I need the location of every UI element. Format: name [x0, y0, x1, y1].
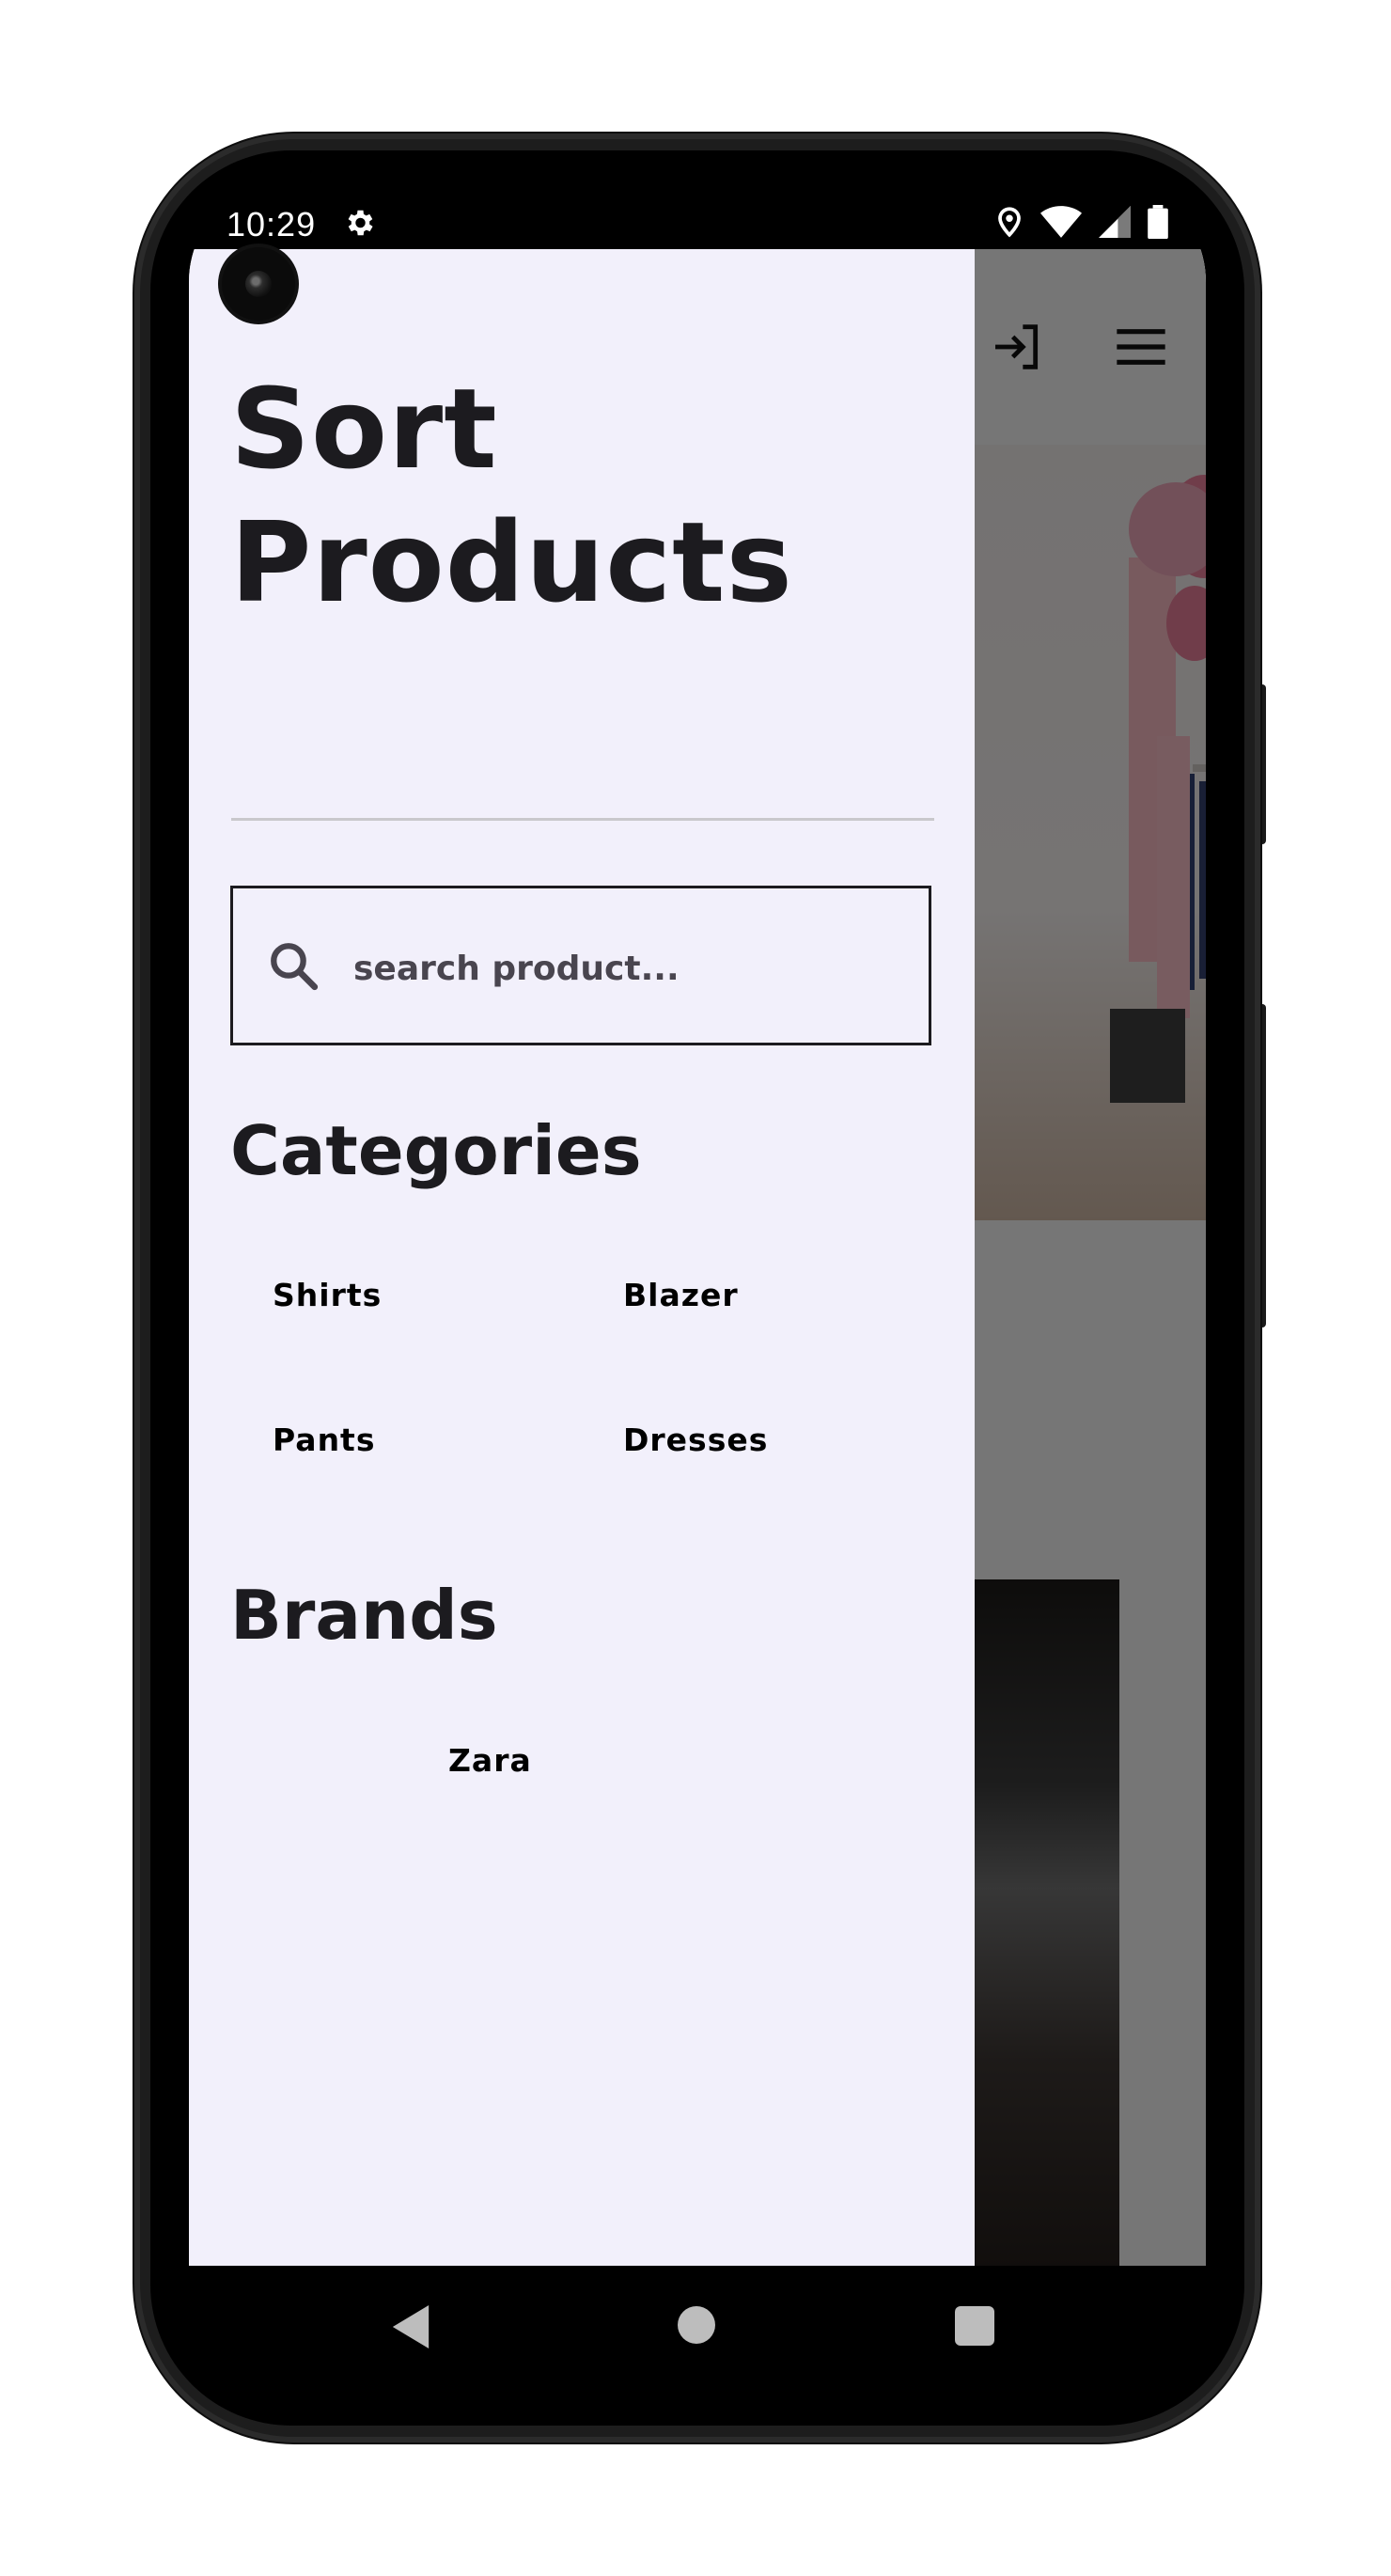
location-icon	[995, 205, 1024, 243]
category-pants[interactable]: Pants	[273, 1422, 375, 1458]
recents-icon[interactable]	[955, 2306, 994, 2346]
screen: 10:29 Sort Products search product... Ca…	[189, 179, 1206, 2388]
category-shirts[interactable]: Shirts	[273, 1277, 382, 1313]
navigation-bar	[189, 2266, 1206, 2388]
gear-icon	[342, 206, 376, 243]
battery-icon	[1148, 205, 1168, 243]
divider	[231, 818, 934, 821]
wifi-icon	[1040, 206, 1082, 242]
home-icon[interactable]	[678, 2306, 715, 2344]
categories-heading: Categories	[230, 1111, 642, 1190]
brands-heading: Brands	[230, 1576, 498, 1655]
search-icon	[267, 939, 321, 997]
back-icon[interactable]	[392, 2305, 430, 2352]
front-camera	[222, 247, 295, 321]
category-blazer[interactable]: Blazer	[623, 1277, 739, 1313]
sort-drawer: Sort Products Categories Shirts Blazer P…	[189, 249, 975, 2266]
search-field[interactable]	[230, 886, 931, 1045]
phone-bezel: 10:29 Sort Products search product... Ca…	[150, 150, 1244, 2426]
search-input[interactable]	[353, 945, 880, 992]
signal-icon	[1099, 206, 1131, 242]
app-content: Sort Products Categories Shirts Blazer P…	[189, 249, 1206, 2266]
category-dresses[interactable]: Dresses	[623, 1422, 768, 1458]
status-time: 10:29	[227, 205, 317, 243]
brand-zara[interactable]: Zara	[448, 1742, 532, 1779]
status-bar: 10:29	[189, 179, 1206, 249]
drawer-title: Sort Products	[230, 364, 793, 627]
